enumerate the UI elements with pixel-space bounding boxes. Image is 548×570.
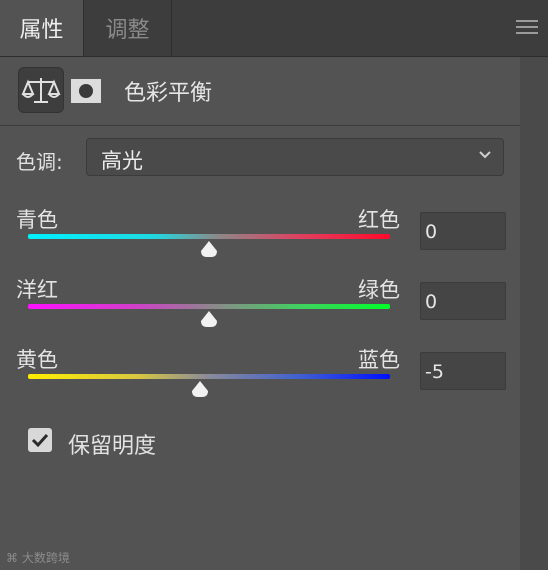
tone-dropdown[interactable]: 高光 bbox=[86, 138, 504, 176]
slider-thumb[interactable] bbox=[199, 240, 219, 258]
slider-track[interactable] bbox=[28, 374, 390, 379]
checkmark-icon bbox=[31, 433, 49, 448]
tab-adjustments[interactable]: 调整 bbox=[84, 0, 172, 56]
slider-left-label: 青色 bbox=[16, 208, 58, 232]
tab-bar: 属性 调整 bbox=[0, 0, 548, 57]
tab-properties[interactable]: 属性 bbox=[0, 0, 84, 56]
balance-scale-icon[interactable] bbox=[18, 67, 64, 113]
adjustment-title: 色彩平衡 bbox=[124, 81, 213, 106]
watermark-logo-icon: ⌘ bbox=[6, 551, 22, 565]
slider-track[interactable] bbox=[28, 304, 390, 309]
preserve-luminosity-checkbox[interactable] bbox=[28, 428, 52, 452]
slider-magenta-green: 洋红 绿色 0 bbox=[0, 274, 520, 344]
adjustment-header: 色彩平衡 bbox=[0, 57, 520, 126]
slider-track[interactable] bbox=[28, 234, 390, 239]
slider-value-input[interactable]: 0 bbox=[420, 212, 506, 250]
slider-yellow-blue: 黄色 蓝色 -5 bbox=[0, 344, 520, 414]
slider-thumb[interactable] bbox=[190, 380, 210, 398]
slider-left-label: 洋红 bbox=[16, 278, 58, 302]
slider-value-input[interactable]: 0 bbox=[420, 282, 506, 320]
slider-value-input[interactable]: -5 bbox=[420, 352, 506, 390]
watermark: ⌘ 大数跨境 bbox=[6, 551, 70, 565]
slider-left-label: 黄色 bbox=[16, 348, 58, 372]
tone-selected-value: 高光 bbox=[101, 149, 143, 173]
slider-right-label: 绿色 bbox=[358, 278, 400, 302]
panel-edge bbox=[520, 0, 548, 570]
tone-label: 色调: bbox=[16, 150, 63, 174]
preserve-luminosity-label: 保留明度 bbox=[68, 434, 157, 459]
layer-mask-icon[interactable] bbox=[70, 75, 102, 107]
hamburger-menu-icon[interactable] bbox=[516, 20, 538, 36]
slider-right-label: 红色 bbox=[358, 208, 400, 232]
slider-thumb[interactable] bbox=[199, 310, 219, 328]
slider-cyan-red: 青色 红色 0 bbox=[0, 204, 520, 274]
slider-right-label: 蓝色 bbox=[358, 348, 400, 372]
chevron-down-icon bbox=[479, 151, 491, 159]
